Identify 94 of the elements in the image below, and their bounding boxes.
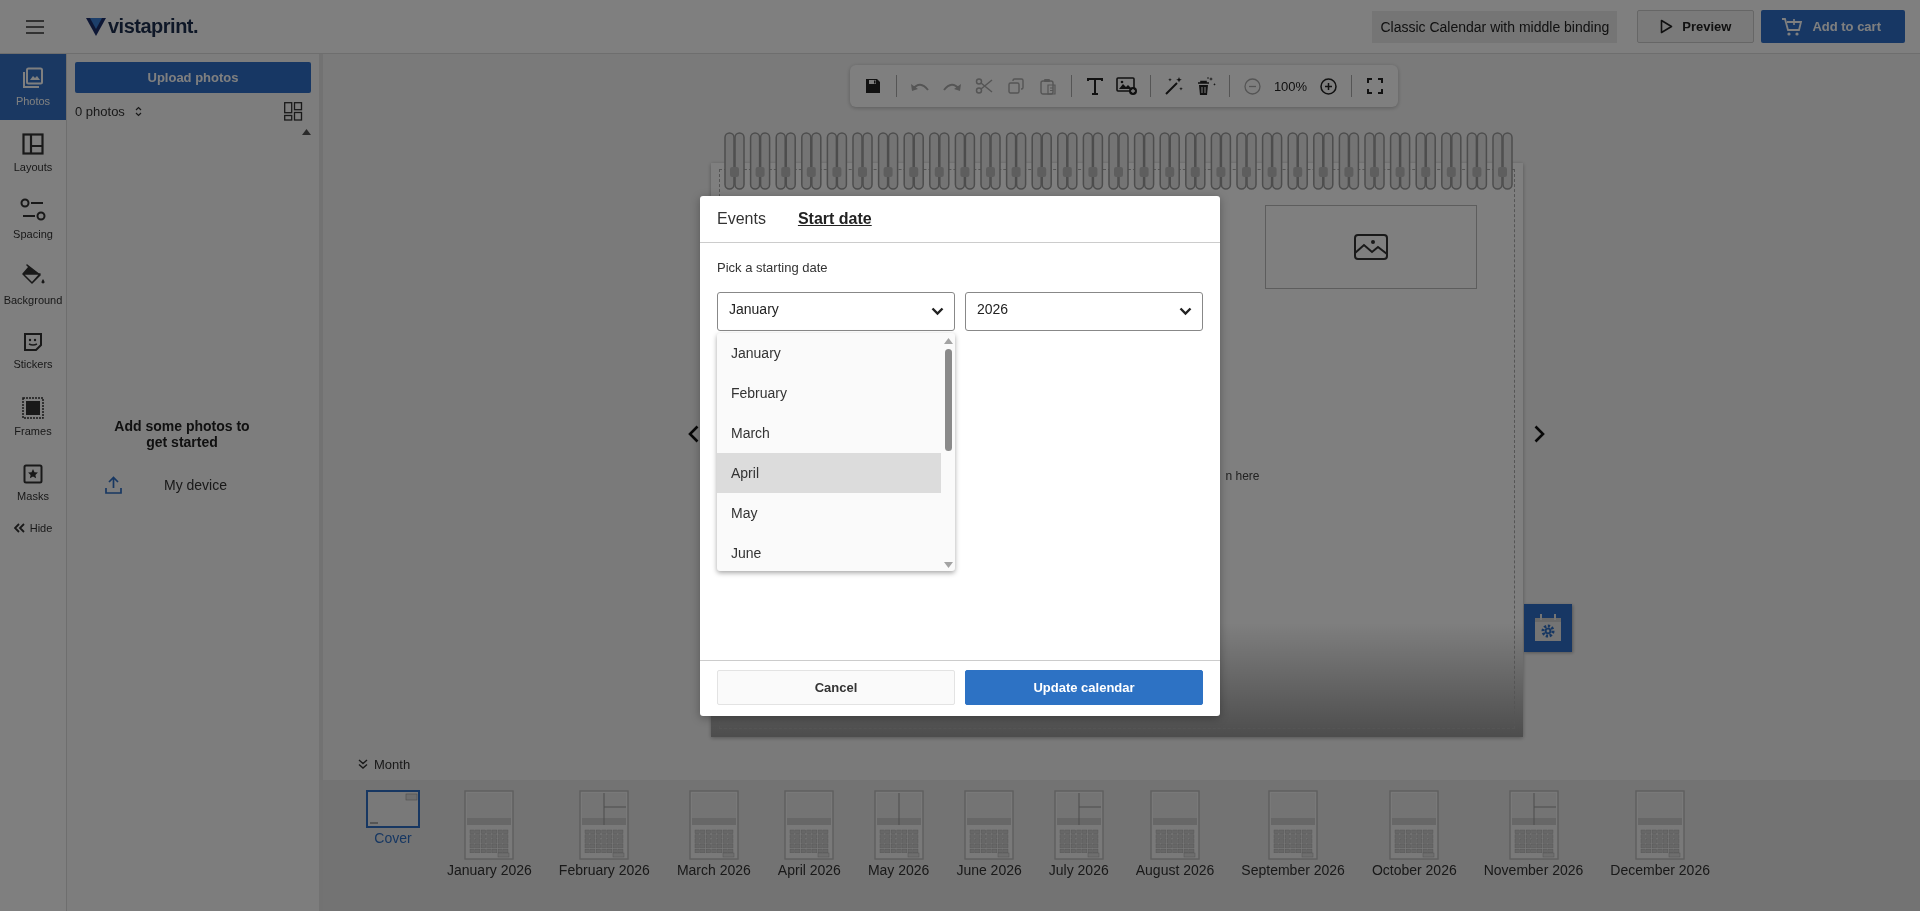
month-thumbnail-drawing xyxy=(1389,790,1440,860)
sliders-icon xyxy=(20,198,46,222)
chevron-down-icon xyxy=(931,307,944,316)
clipboard-icon xyxy=(1039,77,1056,95)
page-thumbnail[interactable]: February 2026 xyxy=(558,790,650,878)
zoom-in-icon xyxy=(1319,77,1337,95)
dialog-prompt: Pick a starting date xyxy=(717,260,829,275)
text-icon xyxy=(1085,77,1104,95)
photos-icon xyxy=(22,67,44,89)
calendar-gear-icon xyxy=(1532,613,1563,643)
update-calendar-button[interactable]: Update calendar xyxy=(965,670,1203,705)
month-thumbnail-drawing xyxy=(579,790,630,860)
calendar-settings-button[interactable] xyxy=(1523,604,1572,652)
play-icon xyxy=(1660,19,1674,34)
page-thumbnail[interactable]: August 2026 xyxy=(1135,790,1215,878)
sticker-icon xyxy=(23,332,43,352)
my-device-button[interactable]: My device xyxy=(105,476,311,494)
page-thumbnail[interactable]: June 2026 xyxy=(956,790,1022,878)
scrollbar-thumb[interactable] xyxy=(944,349,952,451)
cancel-button[interactable]: Cancel xyxy=(717,670,955,705)
zoom-level: 100% xyxy=(1272,78,1309,94)
month-thumbnail-drawing xyxy=(1635,790,1686,860)
month-thumbnail-drawing xyxy=(873,790,924,860)
page-thumbnail[interactable]: January 2026 xyxy=(447,790,532,878)
fullscreen-icon xyxy=(1367,78,1384,94)
month-option[interactable]: March xyxy=(717,413,941,453)
sidebar-item[interactable]: Spacing xyxy=(0,186,66,252)
scissors-icon xyxy=(974,78,993,94)
month-thumbnail-drawing xyxy=(784,790,835,860)
document-title: Classic Calendar with middle binding xyxy=(1372,10,1618,43)
page-thumbnail[interactable]: March 2026 xyxy=(676,790,751,878)
scroll-up-arrow-icon[interactable] xyxy=(302,129,311,135)
month-thumbnail-drawing xyxy=(1150,790,1201,860)
hide-button[interactable]: Hide xyxy=(0,518,66,538)
chevron-left-icon xyxy=(688,425,699,443)
month-option[interactable]: May xyxy=(717,493,941,533)
month-thumbnail-drawing xyxy=(1053,790,1104,860)
empty-message: Add some photos to get started xyxy=(113,418,251,450)
dialog-tab[interactable]: Start date xyxy=(797,210,872,228)
page-thumbnail[interactable]: Cover xyxy=(366,790,420,846)
month-thumbnail-drawing xyxy=(1508,790,1559,860)
month-thumbnail-drawing xyxy=(964,790,1015,860)
cart-icon xyxy=(1781,16,1804,37)
month-option[interactable]: June xyxy=(717,533,941,573)
month-option[interactable]: April xyxy=(717,453,941,493)
sidebar-item[interactable]: Photos xyxy=(0,54,66,120)
page-thumbnail[interactable]: September 2026 xyxy=(1241,790,1345,878)
scroll-up-arrow-icon[interactable] xyxy=(943,338,953,344)
preview-button[interactable]: Preview xyxy=(1637,10,1755,43)
logo-text[interactable]: vistaprint. xyxy=(108,15,199,38)
logo-icon xyxy=(86,17,106,36)
magic-wand-icon xyxy=(1163,76,1184,96)
year-select[interactable]: 2026 xyxy=(965,292,1203,331)
month-option[interactable]: January xyxy=(717,333,941,373)
double-chevron-left-icon xyxy=(13,523,25,533)
page-thumbnail[interactable]: April 2026 xyxy=(777,790,841,878)
sidebar-item[interactable]: Background xyxy=(0,252,66,318)
sidebar-item[interactable]: Frames xyxy=(0,384,66,450)
chevron-right-icon xyxy=(1534,425,1545,443)
photo-count-sort[interactable]: 0 photos xyxy=(75,103,142,119)
month-option[interactable]: February xyxy=(717,373,941,413)
month-thumbnail-drawing xyxy=(1268,790,1319,860)
drop-hint: n here xyxy=(1225,469,1260,483)
double-chevron-down-icon xyxy=(358,759,368,769)
save-icon xyxy=(864,78,881,94)
page-thumbnail[interactable]: November 2026 xyxy=(1483,790,1584,878)
star-square-icon xyxy=(23,464,43,484)
sidebar-item[interactable]: Masks xyxy=(0,450,66,516)
sort-icon xyxy=(134,105,142,117)
month-thumbnail-drawing xyxy=(464,790,515,860)
zoom-out-icon xyxy=(1244,77,1262,95)
page-thumbnail[interactable]: July 2026 xyxy=(1048,790,1109,878)
sidebar-item[interactable]: Layouts xyxy=(0,120,66,186)
frame-icon xyxy=(22,397,44,419)
month-thumbnail-drawing xyxy=(688,790,739,860)
sparkle-trash-icon xyxy=(1195,76,1216,96)
cover-thumbnail-drawing xyxy=(366,790,420,828)
page-thumbnail[interactable]: October 2026 xyxy=(1371,790,1457,878)
page-thumbnail[interactable]: December 2026 xyxy=(1610,790,1710,878)
month-select[interactable]: January xyxy=(717,292,955,331)
dialog-tab[interactable]: Events xyxy=(717,210,766,228)
sidebar-item[interactable]: Stickers xyxy=(0,318,66,384)
copy-icon xyxy=(1007,78,1024,94)
add-image-icon xyxy=(1115,77,1138,95)
add-to-cart-button[interactable]: Add to cart xyxy=(1761,10,1905,43)
layout-icon xyxy=(22,133,44,155)
grid-view-icon[interactable] xyxy=(284,101,303,121)
scroll-down-arrow-icon[interactable] xyxy=(943,562,953,568)
chevron-down-icon xyxy=(1179,307,1192,316)
image-icon xyxy=(1353,234,1388,260)
upload-icon xyxy=(105,476,122,494)
menu-icon xyxy=(26,19,44,34)
upload-photos-button[interactable]: Upload photos xyxy=(75,62,311,93)
page-thumbnail[interactable]: May 2026 xyxy=(867,790,930,878)
